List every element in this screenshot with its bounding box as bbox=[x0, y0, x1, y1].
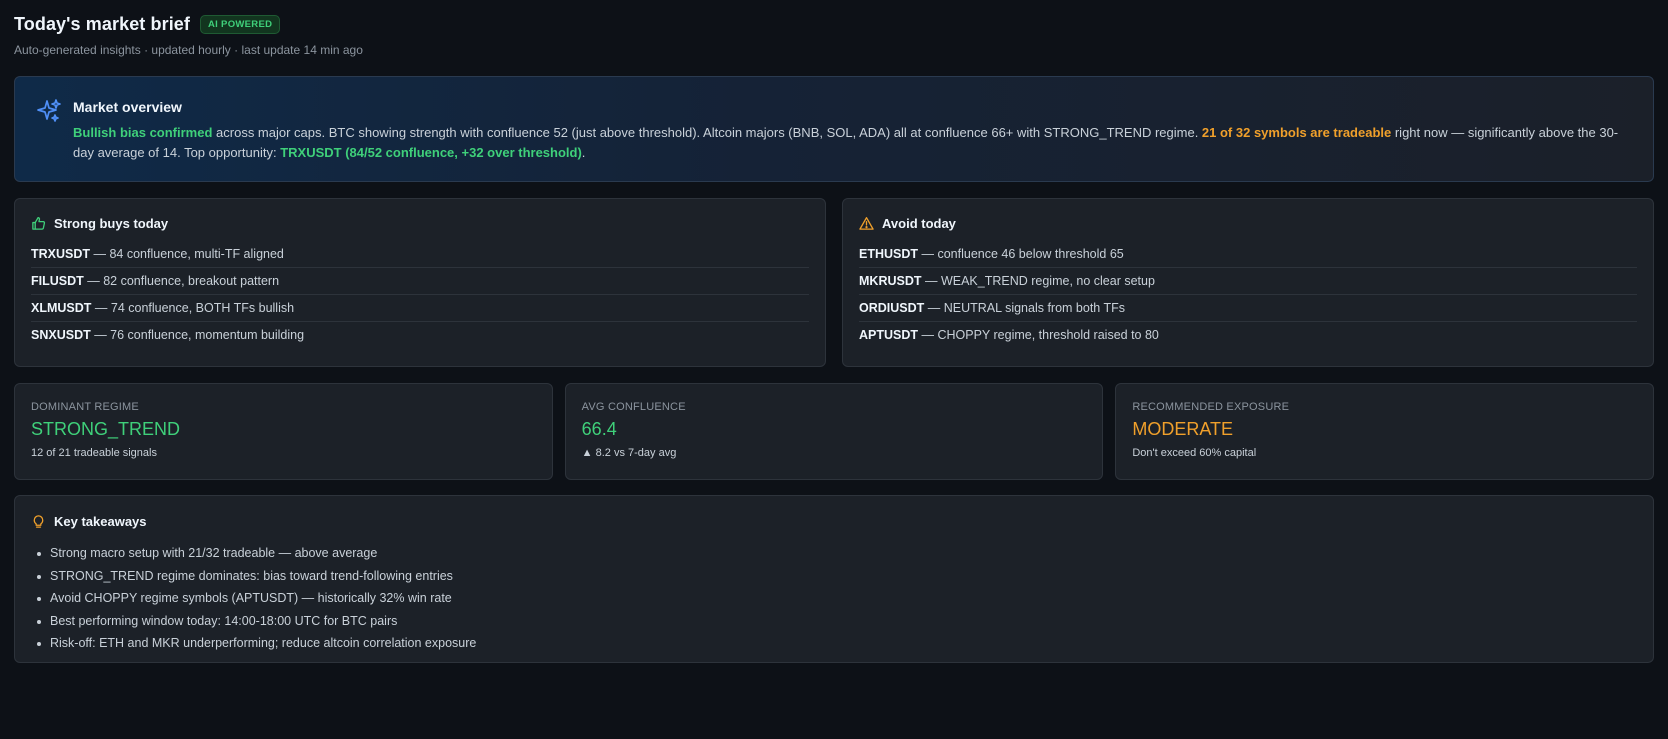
strong-buys-card: Strong buys today TRXUSDT — 84 confluenc… bbox=[14, 198, 826, 367]
overview-text-part: across major caps. BTC showing strength … bbox=[212, 125, 1202, 140]
stat-note: 12 of 21 tradeable signals bbox=[31, 447, 157, 459]
overview-text-part: . bbox=[581, 145, 586, 160]
symbol: MKRUSDT bbox=[859, 274, 922, 288]
symbol: XLMUSDT bbox=[31, 301, 92, 315]
market-overview-card: Market overview Bullish bias confirmed a… bbox=[14, 76, 1654, 182]
stat-note: ▲ 8.2 vs 7-day avg bbox=[581, 447, 677, 459]
warning-icon bbox=[859, 216, 874, 230]
tradeable-highlight: 21 of 32 symbols are tradeable bbox=[1201, 125, 1392, 140]
page-header: Today's market brief AI POWERED bbox=[14, 12, 1654, 36]
stat-label: DOMINANT REGIME bbox=[31, 401, 139, 413]
thumbs-up-icon bbox=[32, 216, 46, 230]
item-detail: — 84 confluence, multi-TF aligned bbox=[90, 247, 284, 261]
symbol: APTUSDT bbox=[859, 328, 919, 342]
stat-note: Don't exceed 60% capital bbox=[1132, 447, 1257, 459]
overview-title: Market overview bbox=[73, 99, 182, 115]
lightbulb-icon bbox=[33, 514, 44, 528]
list-item: TRXUSDT — 84 confluence, multi-TF aligne… bbox=[31, 241, 809, 268]
avoid-today-card: Avoid today ETHUSDT — confluence 46 belo… bbox=[842, 198, 1654, 367]
key-takeaways-card: Key takeaways Strong macro setup with 21… bbox=[14, 495, 1654, 663]
list-item: APTUSDT — CHOPPY regime, threshold raise… bbox=[859, 322, 1637, 349]
bias-highlight: Bullish bias confirmed bbox=[73, 125, 213, 140]
list-item: ORDIUSDT — NEUTRAL signals from both TFs bbox=[859, 295, 1637, 322]
ai-powered-badge: AI POWERED bbox=[200, 14, 281, 34]
dominant-regime-card: DOMINANT REGIME STRONG_TREND 12 of 21 tr… bbox=[14, 383, 553, 480]
symbol: ETHUSDT bbox=[859, 247, 919, 261]
list-item: STRONG_TREND regime dominates: bias towa… bbox=[37, 565, 1637, 588]
takeaways-list: Strong macro setup with 21/32 tradeable … bbox=[31, 542, 1637, 655]
avoid-today-title: Avoid today bbox=[882, 215, 956, 231]
item-detail: — NEUTRAL signals from both TFs bbox=[924, 301, 1126, 315]
item-detail: — 82 confluence, breakout pattern bbox=[83, 274, 280, 288]
item-detail: — 76 confluence, momentum building bbox=[90, 328, 305, 342]
item-detail: — CHOPPY regime, threshold raised to 80 bbox=[918, 328, 1159, 342]
list-item: MKRUSDT — WEAK_TREND regime, no clear se… bbox=[859, 268, 1637, 295]
stat-label: RECOMMENDED EXPOSURE bbox=[1132, 401, 1290, 413]
symbol: FILUSDT bbox=[31, 274, 84, 288]
list-item: Best performing window today: 14:00-18:0… bbox=[37, 610, 1637, 633]
item-detail: — WEAK_TREND regime, no clear setup bbox=[921, 274, 1155, 288]
symbol: TRXUSDT bbox=[31, 247, 91, 261]
strong-buys-title: Strong buys today bbox=[54, 215, 169, 231]
key-takeaways-title: Key takeaways bbox=[54, 513, 147, 529]
top-opportunity-highlight: TRXUSDT (84/52 confluence, +32 over thre… bbox=[280, 145, 582, 160]
list-item: Avoid CHOPPY regime symbols (APTUSDT) — … bbox=[37, 587, 1637, 610]
symbol: ORDIUSDT bbox=[859, 301, 925, 315]
item-detail: — confluence 46 below threshold 65 bbox=[918, 247, 1124, 261]
page-title: Today's market brief bbox=[14, 13, 191, 34]
avg-confluence-card: AVG CONFLUENCE 66.4 ▲ 8.2 vs 7-day avg bbox=[564, 383, 1104, 480]
sparkles-icon bbox=[37, 99, 61, 122]
stat-label: AVG CONFLUENCE bbox=[581, 401, 686, 413]
stat-value: STRONG_TREND bbox=[31, 419, 181, 439]
list-item: SNXUSDT — 76 confluence, momentum buildi… bbox=[31, 322, 809, 349]
stat-value: 66.4 bbox=[581, 419, 617, 439]
symbol: SNXUSDT bbox=[31, 328, 91, 342]
market-brief-page: Today's market brief AI POWERED Auto-gen… bbox=[0, 0, 1668, 663]
stat-value: MODERATE bbox=[1132, 419, 1234, 439]
item-detail: — 74 confluence, BOTH TFs bullish bbox=[91, 301, 295, 315]
page-subtitle: Auto-generated insights · updated hourly… bbox=[14, 43, 363, 57]
list-item: ETHUSDT — confluence 46 below threshold … bbox=[859, 241, 1637, 268]
overview-text: Bullish bias confirmed across major caps… bbox=[73, 123, 1633, 163]
avoid-list: ETHUSDT — confluence 46 below threshold … bbox=[859, 241, 1637, 349]
list-item: XLMUSDT — 74 confluence, BOTH TFs bullis… bbox=[31, 295, 809, 322]
list-item: Strong macro setup with 21/32 tradeable … bbox=[37, 542, 1637, 565]
recommended-exposure-card: RECOMMENDED EXPOSURE MODERATE Don't exce… bbox=[1115, 383, 1655, 480]
list-item: Risk-off: ETH and MKR underperforming; r… bbox=[37, 632, 1637, 655]
list-item: FILUSDT — 82 confluence, breakout patter… bbox=[31, 268, 809, 295]
strong-buys-list: TRXUSDT — 84 confluence, multi-TF aligne… bbox=[31, 241, 809, 349]
